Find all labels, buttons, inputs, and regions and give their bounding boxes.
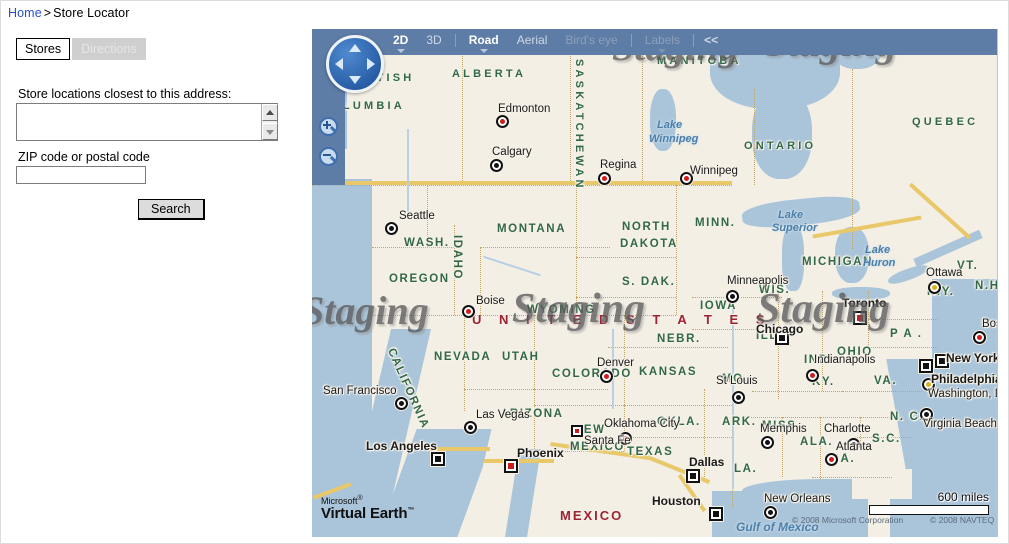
river-arkansas (612, 329, 614, 409)
virtual-earth-logo: Microsoft® Virtual Earth™ (321, 495, 414, 521)
address-label: Store locations closest to this address: (18, 87, 232, 101)
map-view-2d-button[interactable]: 2D (384, 32, 417, 53)
highway-sw-2 (484, 459, 554, 463)
breadcrumb-home-link[interactable]: Home (8, 6, 42, 20)
border-ut-az (464, 389, 608, 390)
border-il-in (778, 279, 779, 399)
toolbar-divider-2 (630, 33, 632, 47)
search-button-row: Search (16, 199, 296, 220)
copyright-microsoft: © 2008 Microsoft Corporation (792, 515, 904, 525)
address-textarea-wrapper (16, 103, 278, 141)
collapse-toolbar-button[interactable]: << (698, 32, 724, 48)
border-ar-ms (704, 389, 705, 477)
river-fraser (407, 129, 409, 219)
search-panel: Stores Directions Store locations closes… (1, 25, 311, 543)
breadcrumb-current: Store Locator (53, 6, 130, 20)
map-toolbar: 2D 3D Road Aerial Bird's eye Labels << (312, 29, 997, 55)
tab-bar: Stores Directions (16, 38, 146, 60)
border-va-nc (842, 391, 922, 392)
map-viewport[interactable]: BRITISH COLUMBIA ALBERTA SASKATCHEWAN MA… (312, 29, 998, 537)
border-id-mt (454, 225, 455, 315)
border-on-qc (852, 69, 853, 249)
border-tn-south (742, 417, 902, 418)
border-ms-al (782, 417, 783, 477)
border-co-nm (534, 405, 632, 406)
map-style-birdseye-button[interactable]: Bird's eye (556, 32, 626, 48)
border-in-oh (822, 291, 823, 391)
zip-label: ZIP code or postal code (18, 150, 150, 164)
scroll-up-arrow-icon[interactable] (262, 104, 278, 121)
water-james-bay (752, 89, 812, 179)
highway-sw-1 (430, 447, 490, 451)
active-indicator-icon (658, 49, 667, 53)
highway-north (312, 181, 732, 185)
border-ga-sc (860, 417, 861, 447)
store-locator-page: Home > Store Locator Stores Directions Sto… (0, 0, 1009, 544)
border-dakota-minn (676, 185, 677, 315)
border-mt-nd (576, 185, 577, 315)
tab-directions[interactable]: Directions (72, 38, 146, 60)
pan-up-arrow-icon[interactable] (349, 44, 361, 52)
border-ok-tx (624, 437, 734, 438)
active-indicator-icon (479, 49, 488, 53)
border-pa-ny (868, 319, 938, 320)
pan-left-arrow-icon[interactable] (335, 58, 343, 70)
border-nc-sc (852, 437, 912, 438)
border-wa-or (372, 247, 454, 248)
border-az-nm (534, 389, 535, 451)
border-mt-wy-h (480, 247, 610, 248)
map-style-aerial-button[interactable]: Aerial (508, 32, 557, 48)
pan-down-arrow-icon[interactable] (349, 76, 361, 84)
search-button[interactable]: Search (138, 199, 205, 220)
scroll-down-arrow-icon[interactable] (262, 123, 278, 140)
border-wy-co (480, 315, 676, 316)
map-scale-bar (869, 505, 989, 515)
zoom-in-icon[interactable] (319, 117, 338, 136)
border-sd-ne (576, 297, 676, 298)
tab-stores[interactable]: Stores (16, 38, 71, 60)
map-labels-toggle[interactable]: Labels (636, 32, 689, 53)
border-mb-on (754, 89, 755, 185)
border-al-ga (820, 417, 821, 479)
breadcrumb-separator: > (43, 6, 52, 20)
water-lake-winnipeg (650, 89, 676, 151)
river-mississippi (732, 299, 734, 489)
map-scale: 600 miles (869, 490, 989, 515)
border-wa-id (427, 185, 428, 247)
border-ia-mo (692, 297, 782, 298)
map-style-road-button[interactable]: Road (460, 32, 508, 53)
zip-input[interactable] (16, 166, 146, 184)
water-lake-erie (832, 287, 890, 300)
map-view-2d-label: 2D (393, 33, 409, 47)
address-input[interactable] (17, 104, 262, 140)
map-labels-label: Labels (644, 33, 681, 47)
border-nd-sd (576, 257, 676, 258)
logo-product: Virtual Earth™ (321, 505, 415, 522)
pan-right-arrow-icon[interactable] (367, 58, 375, 70)
toolbar-divider-1 (454, 33, 456, 47)
border-ks-ok (624, 405, 734, 406)
map-toolbar-items: 2D 3D Road Aerial Bird's eye Labels << (384, 32, 724, 53)
water-lake-michigan (782, 225, 804, 291)
copyright-navteq: © 2008 NAVTEQ (930, 515, 995, 525)
border-mt-wy (480, 247, 481, 315)
border-us-canada (312, 185, 732, 186)
border-ks-co (624, 315, 625, 451)
pan-control-disc[interactable] (326, 35, 384, 93)
border-nv-ut (464, 315, 465, 411)
store-search-form: Store locations closest to this address:… (16, 87, 296, 220)
toolbar-divider-3 (693, 33, 695, 47)
address-scrollbar[interactable] (261, 104, 278, 140)
border-pa-md (868, 347, 938, 348)
border-oh-pa (868, 291, 869, 351)
map-scale-label: 600 miles (937, 490, 989, 504)
zoom-out-icon[interactable] (319, 147, 338, 166)
border-ga-fl (812, 477, 892, 478)
breadcrumb: Home > Store Locator (8, 6, 130, 20)
map-view-3d-button[interactable]: 3D (417, 32, 450, 48)
map-style-road-label: Road (468, 33, 499, 47)
map-canvas[interactable]: BRITISH COLUMBIA ALBERTA SASKATCHEWAN MA… (312, 29, 997, 537)
active-indicator-icon (396, 49, 405, 53)
border-ne-ks (608, 347, 728, 348)
